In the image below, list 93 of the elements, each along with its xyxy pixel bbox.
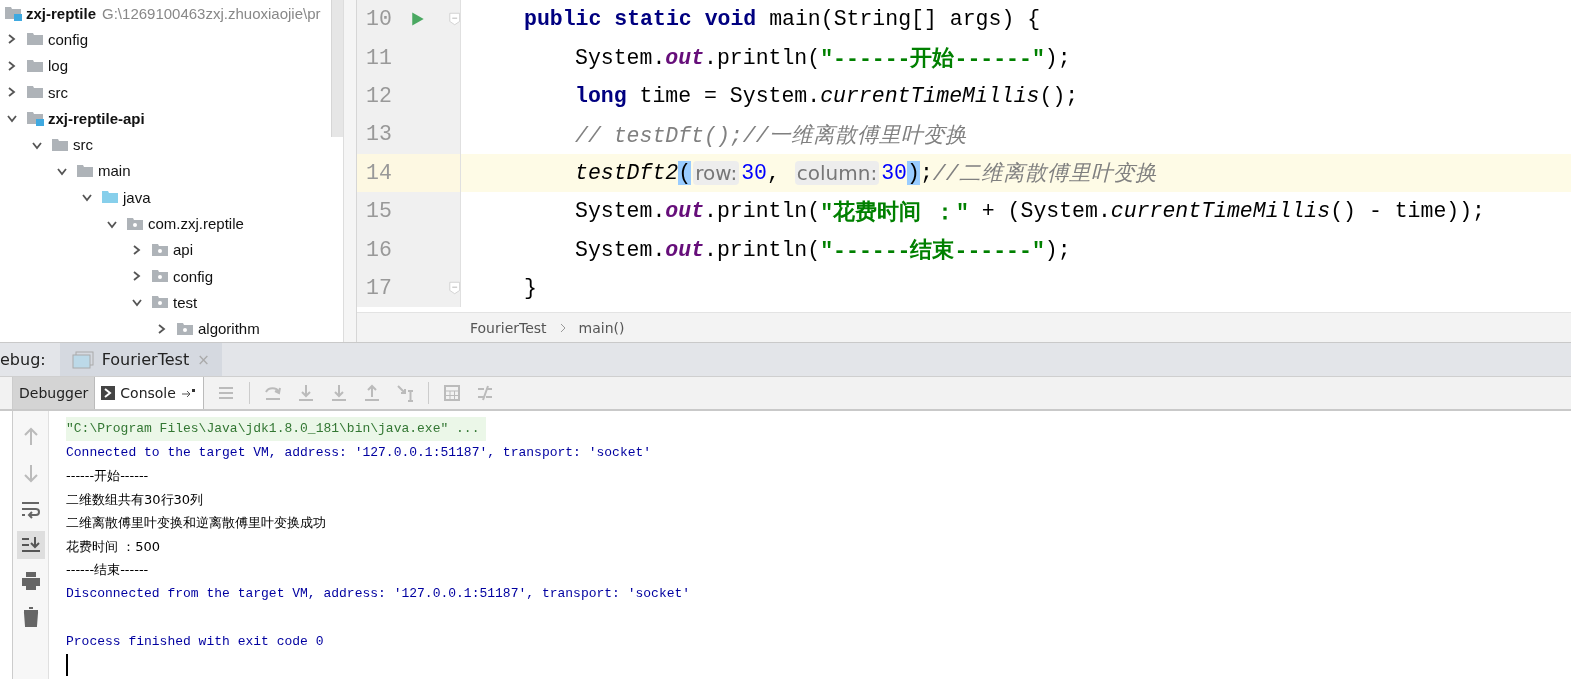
code-token: "------结束------": [820, 237, 1045, 265]
code-token: // testDft();//一维离散傅里叶变换: [575, 122, 967, 149]
tree-item-label[interactable]: zxj-reptile-api: [48, 109, 145, 127]
tree-item-label[interactable]: test: [173, 293, 198, 311]
line-number: 15: [365, 199, 393, 224]
code-token: (: [678, 160, 692, 185]
code-token: testDft2: [575, 160, 679, 185]
code-token: //二维离散傅里叶变换: [932, 161, 1157, 188]
tree-item-label[interactable]: config: [173, 267, 214, 285]
window-icon: [71, 350, 94, 369]
tree-item-label[interactable]: main: [98, 162, 131, 180]
code-token: );: [1044, 237, 1071, 262]
panel-tab[interactable]: Debugger: [13, 377, 96, 409]
run-config-tab[interactable]: FourierTest ×: [59, 343, 222, 376]
pin-arrow-icon[interactable]: [180, 388, 197, 398]
code-token: System.: [575, 45, 666, 70]
project-name[interactable]: zxj-reptile: [26, 4, 97, 22]
code-token: );: [1044, 45, 1071, 70]
code-token: }: [524, 275, 537, 300]
tree-item-label[interactable]: algorithm: [198, 320, 260, 338]
console-line: ------结束------: [66, 561, 149, 580]
code-token: "------开始------": [820, 46, 1045, 73]
code-token: 30: [881, 160, 907, 185]
code-token: () - time));: [1330, 199, 1485, 224]
code-token: .println(: [704, 45, 821, 70]
panel-title: ebug:: [0, 350, 47, 369]
code-token: 30: [741, 160, 767, 185]
chevron-icon: [558, 322, 567, 333]
scroll-to-end-icon[interactable]: [16, 531, 45, 559]
code-token: currentTimeMillis: [1110, 199, 1331, 224]
console-line: Connected to the target VM, address: '127.0.0.1:51187', transport: 'socket': [66, 444, 652, 460]
tree-item-label[interactable]: api: [173, 241, 194, 259]
code-token: out: [665, 237, 705, 262]
tree-item-label[interactable]: config: [48, 30, 89, 48]
console-icon: [101, 386, 116, 400]
tree-item-label[interactable]: java: [123, 188, 151, 206]
console-line: "C:\Program Files\Java\jdk1.8.0_181\bin\java.exe" ...: [66, 421, 480, 437]
code-token: ,: [766, 160, 781, 185]
folder-icon: [76, 162, 94, 179]
parameter-hint: row:: [693, 160, 740, 185]
console-line: Disconnected from the target VM, address: '127.0.0.1:51187', transport: 'socket': [66, 586, 691, 602]
code-token: "花费时间 ：": [820, 199, 969, 226]
code-token: + (System.: [980, 199, 1111, 224]
code-token: ): [906, 160, 920, 185]
tree-item-label[interactable]: src: [73, 136, 93, 154]
code-token: System.: [575, 237, 666, 262]
folder-icon: [176, 320, 194, 337]
folder-icon: [126, 215, 144, 232]
folder-icon: [51, 136, 69, 153]
line-number: 13: [365, 122, 393, 147]
line-number: 17: [365, 275, 393, 300]
code-token: main(String[] args) {: [768, 7, 1041, 32]
line-number: 14: [365, 160, 393, 185]
code-token: .println(: [704, 199, 821, 224]
folder-icon: [151, 294, 169, 311]
project-path: G:\1269100463zxj.zhuoxiaojie\pr: [102, 4, 321, 22]
tree-item-label[interactable]: com.zxj.reptile: [148, 215, 244, 232]
code-token: ;: [919, 160, 933, 185]
code-token: ();: [1039, 83, 1079, 108]
panel-tab[interactable]: Console: [95, 377, 204, 409]
parameter-hint: column:: [794, 160, 880, 185]
line-number: 10: [365, 7, 393, 32]
folder-icon: [151, 268, 169, 285]
line-number: 11: [365, 45, 393, 70]
text-cursor: [66, 653, 68, 676]
scrollbar-track[interactable]: [344, 0, 357, 342]
folder-icon: [26, 57, 44, 74]
code-token: time = System.: [638, 83, 821, 108]
console-line: 二维数组共有30行30列: [66, 490, 204, 509]
code-token: long: [575, 83, 627, 108]
tree-item-label[interactable]: src: [48, 83, 68, 101]
folder-icon: [26, 84, 44, 101]
folder-icon: [4, 5, 22, 22]
scrollbar[interactable]: [331, 0, 343, 137]
code-token: public static void: [524, 7, 757, 32]
folder-icon: [26, 110, 44, 127]
breadcrumb-item[interactable]: FourierTest: [470, 319, 547, 336]
code-token: .println(: [704, 237, 821, 262]
console-line: 花费时间 ：500: [66, 537, 160, 556]
code-token: out: [665, 45, 705, 70]
line-number: 12: [365, 83, 393, 108]
console-line: ------开始------: [66, 467, 149, 485]
tree-item-label[interactable]: log: [48, 57, 69, 75]
code-token: currentTimeMillis: [820, 83, 1040, 108]
line-number: 16: [365, 237, 393, 262]
code-token: System.: [575, 199, 666, 224]
code-token: out: [665, 199, 705, 224]
folder-icon: [26, 31, 44, 48]
console-line: Process finished with exit code 0: [66, 633, 324, 649]
breadcrumb-item[interactable]: main(): [578, 319, 625, 336]
folder-icon: [101, 189, 119, 206]
folder-icon: [151, 241, 169, 258]
console-line: 二维离散傅里叶变换和逆离散傅里叶变换成功: [66, 514, 326, 533]
